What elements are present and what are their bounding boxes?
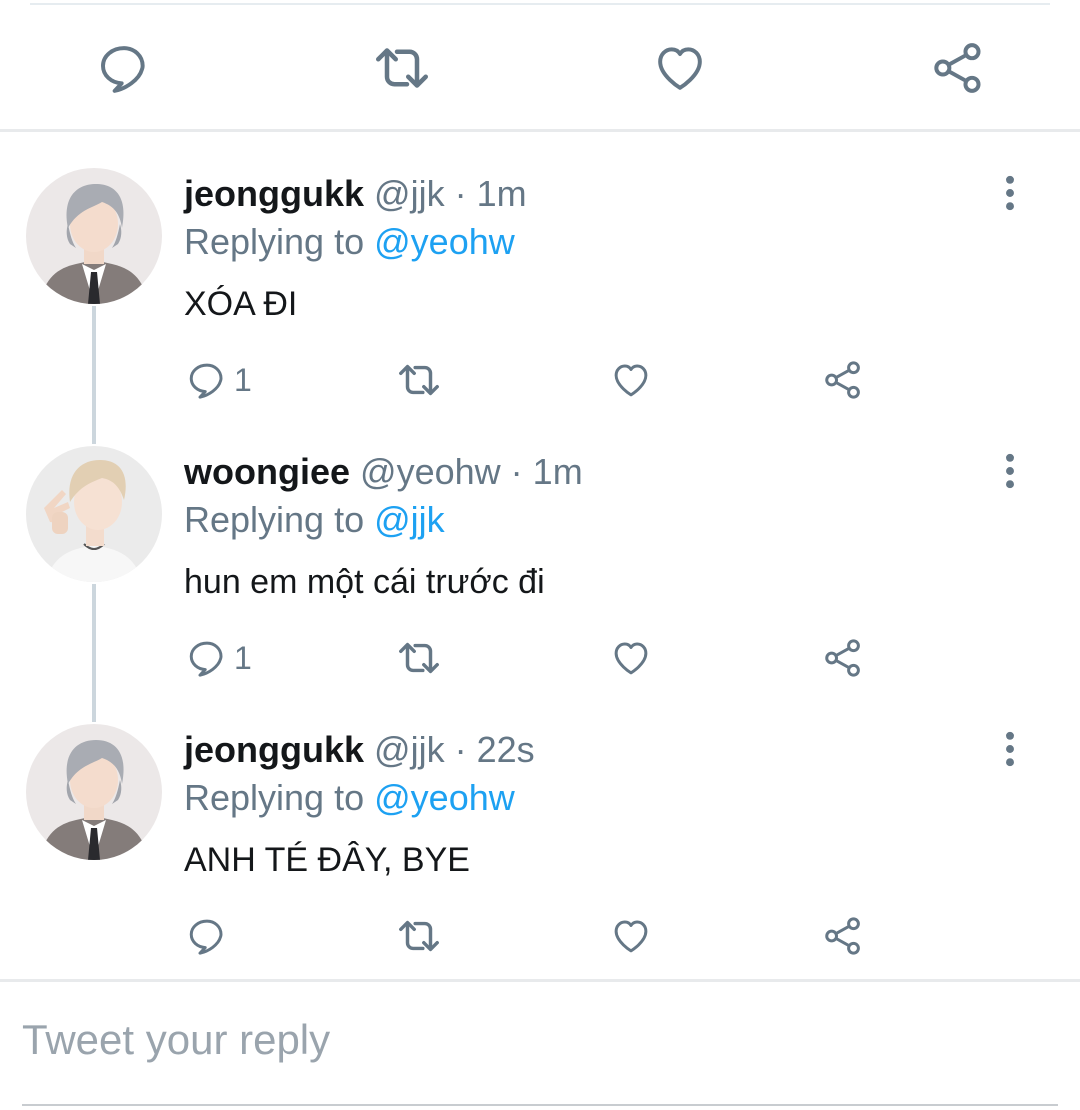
tweet-text: XÓA ĐI	[184, 285, 298, 323]
like-icon[interactable]	[650, 38, 710, 98]
reply-tweet[interactable]: woongiee @yeohw · 1m Replying to @jjk hu…	[0, 446, 1080, 724]
handle[interactable]: @jjk	[374, 729, 445, 770]
tweet-actions	[0, 914, 1080, 958]
like-icon[interactable]	[610, 358, 652, 402]
divider	[0, 979, 1080, 982]
input-underline	[22, 1104, 1058, 1106]
reply-tweet[interactable]: jeonggukk @jjk · 1m Replying to @yeohw X…	[0, 168, 1080, 446]
timestamp[interactable]: 1m	[533, 451, 583, 492]
more-icon[interactable]	[990, 448, 1030, 494]
reply-count: 1	[234, 361, 252, 398]
like-icon[interactable]	[610, 914, 652, 958]
reply-tweet[interactable]: jeonggukk @jjk · 22s Replying to @yeohw …	[0, 724, 1080, 1002]
share-icon[interactable]	[928, 38, 988, 98]
share-icon[interactable]	[822, 636, 864, 680]
tweet-header: jeonggukk @jjk · 22s	[184, 728, 535, 772]
retweet-icon[interactable]	[396, 358, 442, 402]
mention-link[interactable]: @jjk	[374, 499, 445, 540]
tweet-text: hun em một cái trước đi	[184, 563, 545, 601]
handle[interactable]: @yeohw	[360, 451, 501, 492]
avatar[interactable]	[26, 168, 162, 304]
retweet-icon[interactable]	[396, 914, 442, 958]
mention-link[interactable]: @yeohw	[374, 221, 515, 262]
dot-separator: ·	[454, 173, 467, 214]
tweet-actions: 1	[0, 636, 1080, 680]
dot-separator: ·	[510, 451, 523, 492]
reply-icon[interactable]	[94, 38, 154, 98]
divider	[0, 129, 1080, 132]
timestamp[interactable]: 22s	[477, 729, 535, 770]
replying-to: Replying to @yeohw	[184, 220, 515, 264]
tweet-header: woongiee @yeohw · 1m	[184, 450, 583, 494]
retweet-icon[interactable]	[372, 38, 432, 98]
share-icon[interactable]	[822, 914, 864, 958]
main-tweet-actions	[0, 30, 1080, 105]
replying-to-label: Replying to	[184, 777, 365, 818]
handle[interactable]: @jjk	[374, 173, 445, 214]
display-name[interactable]: jeonggukk	[184, 173, 364, 214]
reply-button[interactable]: 1	[186, 636, 252, 680]
tweet-header: jeonggukk @jjk · 1m	[184, 172, 527, 216]
dot-separator: ·	[454, 729, 467, 770]
reply-icon[interactable]	[186, 359, 228, 401]
mention-link[interactable]: @yeohw	[374, 777, 515, 818]
top-divider	[30, 3, 1050, 5]
more-icon[interactable]	[990, 726, 1030, 772]
retweet-icon[interactable]	[396, 636, 442, 680]
reply-count: 1	[234, 639, 252, 676]
like-icon[interactable]	[610, 636, 652, 680]
display-name[interactable]: woongiee	[184, 451, 350, 492]
replying-to-label: Replying to	[184, 221, 365, 262]
display-name[interactable]: jeonggukk	[184, 729, 364, 770]
tweet-reply-input[interactable]: Tweet your reply	[22, 1016, 330, 1064]
avatar[interactable]	[26, 446, 162, 582]
reply-button[interactable]	[186, 914, 234, 958]
reply-icon[interactable]	[186, 915, 228, 957]
share-icon[interactable]	[822, 358, 864, 402]
reply-button[interactable]: 1	[186, 358, 252, 402]
replying-to: Replying to @yeohw	[184, 776, 515, 820]
replying-to: Replying to @jjk	[184, 498, 445, 542]
avatar[interactable]	[26, 724, 162, 860]
more-icon[interactable]	[990, 170, 1030, 216]
reply-icon[interactable]	[186, 637, 228, 679]
replying-to-label: Replying to	[184, 499, 365, 540]
timestamp[interactable]: 1m	[477, 173, 527, 214]
tweet-text: ANH TÉ ĐÂY, BYE	[184, 841, 470, 879]
tweet-actions: 1	[0, 358, 1080, 402]
